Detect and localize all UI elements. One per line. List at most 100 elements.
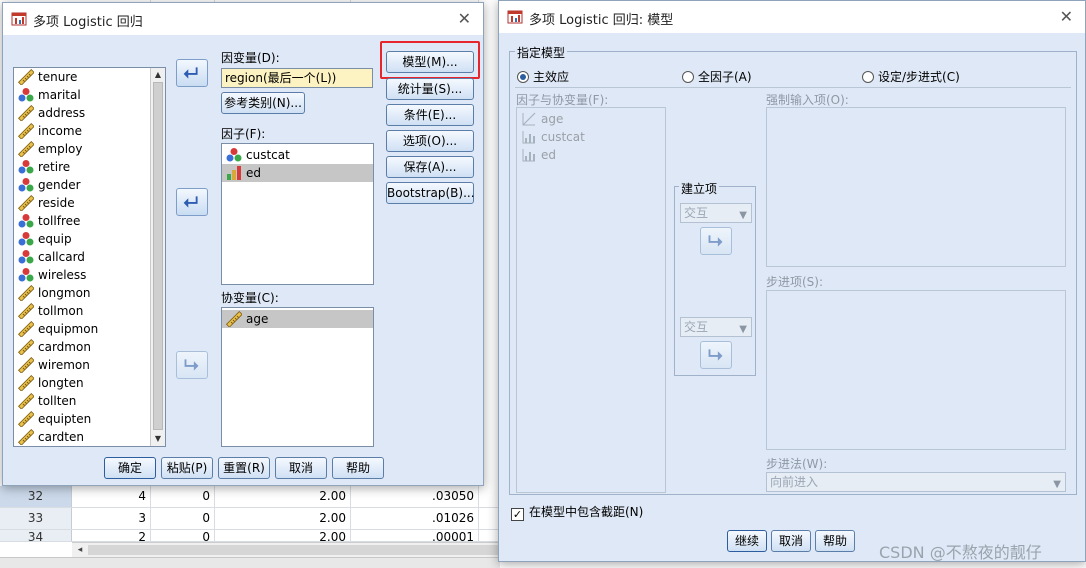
list-item[interactable]: custcat (222, 146, 373, 164)
scroll-down-icon[interactable]: ▼ (152, 433, 164, 445)
cell[interactable]: 3 (72, 508, 150, 529)
row-number[interactable]: 33 (0, 508, 72, 529)
close-icon[interactable]: ✕ (1060, 7, 1073, 26)
cell[interactable]: 2 (72, 530, 150, 541)
row-number[interactable]: 32 (0, 486, 72, 507)
dropdown-caret-icon: ▼ (739, 210, 747, 221)
list-item[interactable]: retire (14, 158, 165, 176)
stepwise-terms-list[interactable] (766, 290, 1066, 450)
cell[interactable]: 0 (150, 486, 214, 507)
dialog-title: 多项 Logistic 回归 (33, 15, 143, 30)
factors-covariates-list[interactable]: age custcat ed (516, 107, 666, 493)
cell[interactable]: .00001 (350, 530, 478, 541)
list-item[interactable]: reside (14, 194, 165, 212)
list-item[interactable]: longmon (14, 284, 165, 302)
radio-custom-stepwise[interactable]: 设定/步进式(C) (862, 68, 960, 85)
term-type-select-2[interactable]: 交互 ▼ (680, 317, 752, 337)
criteria-button[interactable]: 条件(E)... (386, 104, 474, 126)
paste-button[interactable]: 粘贴(P) (161, 457, 213, 479)
cell[interactable]: .03050 (350, 486, 478, 507)
ok-button[interactable]: 确定 (104, 457, 156, 479)
scroll-up-icon[interactable]: ▲ (152, 69, 164, 81)
list-item[interactable]: cardmon (14, 338, 165, 356)
list-item[interactable]: cardten (14, 428, 165, 446)
cell[interactable]: 0 (150, 508, 214, 529)
list-item[interactable]: longten (14, 374, 165, 392)
include-intercept-checkbox[interactable]: ✓ 在模型中包含截距(N) (511, 503, 643, 521)
list-item[interactable]: gender (14, 176, 165, 194)
table-row[interactable]: 33 3 0 2.00 .01026 (0, 508, 500, 530)
spss-app-icon (11, 12, 27, 26)
stepwise-method-select[interactable]: 向前进入 ▼ (766, 472, 1066, 492)
add-forced-term-button[interactable] (700, 227, 732, 255)
list-item[interactable]: equipten (14, 410, 165, 428)
factors-list[interactable]: custcat ed (221, 143, 374, 285)
list-item-label: longmon (38, 286, 91, 300)
list-item[interactable]: wireless (14, 266, 165, 284)
list-item[interactable]: employ (14, 140, 165, 158)
statistics-button[interactable]: 统计量(S)... (386, 78, 474, 100)
watermark: CSDN @不熬夜的靓仔 (879, 543, 1042, 562)
term-type-select[interactable]: 交互 ▼ (680, 203, 752, 223)
ruler-icon (18, 375, 35, 392)
move-to-covariates-button[interactable] (176, 351, 208, 379)
table-row[interactable]: 32 4 0 2.00 .03050 (0, 486, 500, 508)
variable-list[interactable]: tenure marital address income employ retire ge… (13, 67, 166, 447)
covariates-list[interactable]: age (221, 307, 374, 447)
cell[interactable]: 2.00 (214, 530, 350, 541)
cancel-button[interactable]: 取消 (275, 457, 327, 479)
radio-unselected-icon[interactable] (862, 71, 874, 83)
cancel-button[interactable]: 取消 (771, 530, 811, 552)
save-button[interactable]: 保存(A)... (386, 156, 474, 178)
row-number[interactable]: 34 (0, 530, 72, 541)
list-item[interactable]: tenure (14, 68, 165, 86)
list-item[interactable]: tollmon (14, 302, 165, 320)
cell[interactable]: .01026 (350, 508, 478, 529)
radio-full-factorial[interactable]: 全因子(A) (682, 68, 752, 85)
help-button[interactable]: 帮助 (815, 530, 855, 552)
move-to-dependent-button[interactable] (176, 59, 208, 87)
scroll-thumb[interactable] (88, 545, 498, 555)
cell[interactable]: 0 (150, 530, 214, 541)
add-stepwise-term-button[interactable] (700, 341, 732, 369)
variable-list-items: tenure marital address income employ retire ge… (14, 68, 165, 446)
continue-button[interactable]: 继续 (727, 530, 767, 552)
variable-list-scrollbar[interactable]: ▲ ▼ (150, 68, 165, 446)
table-row[interactable]: 34 2 0 2.00 .00001 (0, 530, 500, 542)
dependent-field[interactable]: region(最后一个(L)) (221, 68, 373, 88)
bootstrap-button[interactable]: Bootstrap(B)... (386, 182, 475, 204)
list-item[interactable]: wiremon (14, 356, 165, 374)
list-item[interactable]: custcat (517, 128, 665, 146)
close-icon[interactable]: ✕ (458, 9, 471, 28)
forced-entry-list[interactable] (766, 107, 1066, 267)
list-item[interactable]: equip (14, 230, 165, 248)
list-item[interactable]: tollfree (14, 212, 165, 230)
titlebar: 多项 Logistic 回归 ✕ (3, 3, 483, 35)
reference-category-button[interactable]: 参考类别(N)... (221, 92, 305, 114)
list-item[interactable]: tollten (14, 392, 165, 410)
list-item[interactable]: income (14, 122, 165, 140)
list-item[interactable]: ed (222, 164, 373, 182)
model-button[interactable]: 模型(M)... (386, 51, 474, 73)
options-button[interactable]: 选项(O)... (386, 130, 474, 152)
radio-main-effects[interactable]: 主效应 (517, 68, 569, 85)
list-item[interactable]: age (517, 110, 665, 128)
cell[interactable]: 4 (72, 486, 150, 507)
reset-button[interactable]: 重置(R) (218, 457, 270, 479)
list-item[interactable]: ed (517, 146, 665, 164)
checkbox-checked-icon[interactable]: ✓ (511, 508, 524, 521)
list-item[interactable]: address (14, 104, 165, 122)
move-to-factors-button[interactable] (176, 188, 208, 216)
list-item[interactable]: age (222, 310, 373, 328)
horizontal-scrollbar[interactable]: ◂ (72, 542, 500, 557)
list-item[interactable]: equipmon (14, 320, 165, 338)
list-item[interactable]: marital (14, 86, 165, 104)
scroll-left-icon[interactable]: ◂ (74, 544, 86, 556)
scroll-thumb[interactable] (153, 82, 163, 430)
help-button[interactable]: 帮助 (332, 457, 384, 479)
cell[interactable]: 2.00 (214, 486, 350, 507)
list-item[interactable]: callcard (14, 248, 165, 266)
radio-selected-icon[interactable] (517, 71, 529, 83)
cell[interactable]: 2.00 (214, 508, 350, 529)
radio-unselected-icon[interactable] (682, 71, 694, 83)
